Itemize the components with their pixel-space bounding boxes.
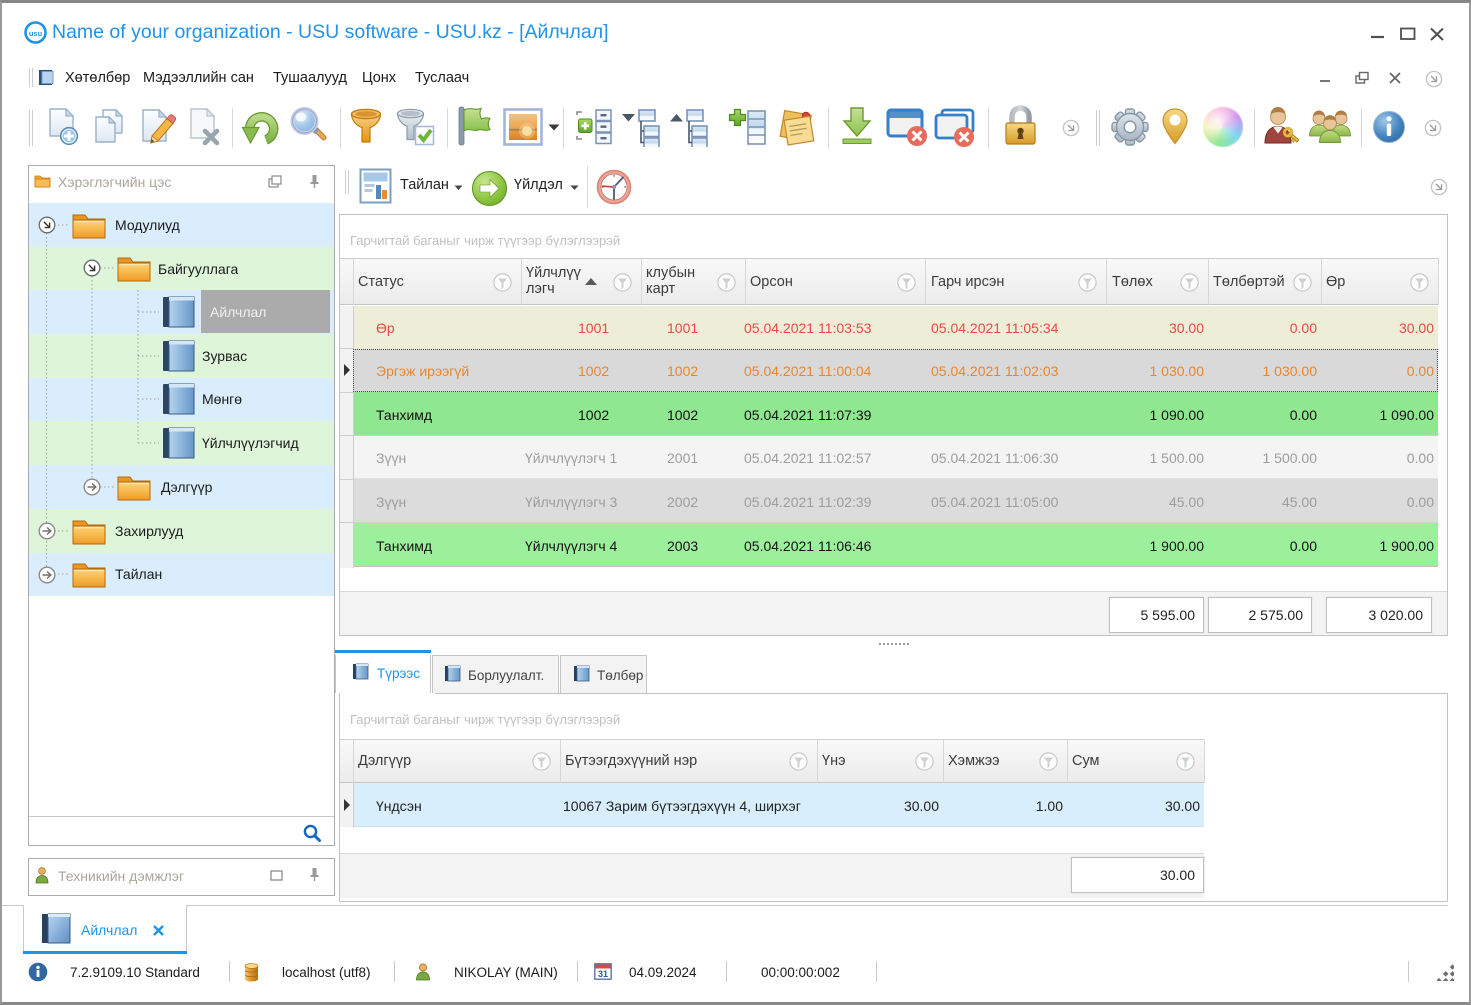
svg-text:usu: usu xyxy=(29,29,43,38)
svg-text:31: 31 xyxy=(598,969,608,979)
